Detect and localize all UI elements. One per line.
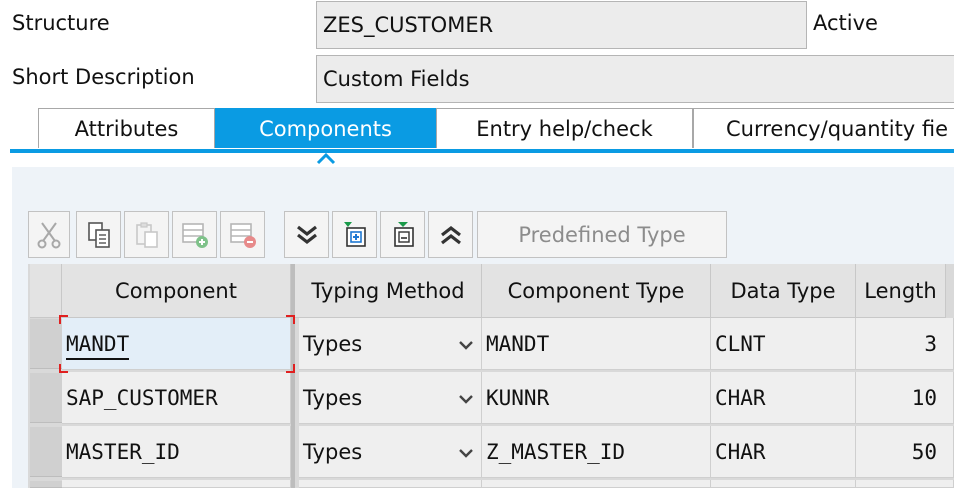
insert-row-icon: [181, 222, 208, 248]
table-row-component-type-cell[interactable]: KUNNR: [482, 372, 711, 424]
select-all-header[interactable]: [30, 264, 62, 318]
table-row-length-cell: [856, 480, 954, 488]
typing-method-value: Types: [303, 332, 363, 356]
item-detail-button[interactable]: [380, 211, 425, 258]
focus-corner-marker: [59, 364, 68, 373]
tab-currency-quantity-fields[interactable]: Currency/quantity fie: [693, 108, 954, 148]
table-row-length-cell: 3: [856, 318, 954, 370]
column-header-data-type[interactable]: Data Type: [711, 264, 856, 318]
tab-entry-help-check[interactable]: Entry help/check: [436, 108, 693, 148]
table-row-length-cell: 50: [856, 426, 954, 478]
table-row-length-cell: 10: [856, 372, 954, 424]
tab-attributes[interactable]: Attributes: [38, 108, 215, 148]
table-row-typing-method-cell[interactable]: [299, 480, 482, 488]
row-selector[interactable]: [30, 427, 62, 477]
row-selector[interactable]: [30, 373, 62, 423]
column-header-component-type[interactable]: Component Type: [482, 264, 711, 318]
focus-corner-marker: [59, 315, 68, 324]
table-row-component-type-cell[interactable]: [482, 480, 711, 488]
focus-corner-marker: [286, 364, 295, 373]
expand-icon: [296, 225, 317, 244]
component-value: MANDT: [66, 332, 130, 360]
column-header-typing-method[interactable]: Typing Method: [295, 264, 482, 318]
collapse-icon: [440, 225, 461, 244]
tab-strip: Attributes Components Entry help/check C…: [38, 108, 954, 148]
item-detail-icon: [393, 221, 414, 247]
new-item-button[interactable]: [332, 211, 377, 258]
table-row-data-type-cell: CHAR: [711, 372, 856, 424]
table-row-component-cell[interactable]: MASTER_ID: [62, 426, 291, 478]
table-row-component-cell[interactable]: [62, 480, 291, 488]
delete-row-icon: [229, 222, 256, 248]
delete-row-button[interactable]: [220, 211, 265, 258]
insert-row-button[interactable]: [172, 211, 217, 258]
paste-icon: [135, 221, 158, 248]
paste-button[interactable]: [124, 211, 169, 258]
active-tab-notch-icon: [316, 152, 336, 165]
table-row-component-cell[interactable]: MANDT: [62, 318, 291, 370]
chevron-down-icon[interactable]: [459, 394, 473, 404]
copy-icon: [87, 221, 110, 248]
short-description-label: Short Description: [12, 65, 195, 89]
table-row-data-type-cell: CHAR: [711, 426, 856, 478]
column-splitter[interactable]: [291, 264, 295, 488]
collapse-all-button[interactable]: [428, 211, 473, 258]
table-row-component-cell[interactable]: SAP_CUSTOMER: [62, 372, 291, 424]
copy-button[interactable]: [76, 211, 121, 258]
cut-button[interactable]: [28, 211, 70, 258]
column-header-component[interactable]: Component: [62, 264, 291, 318]
table-row-data-type-cell: CLNT: [711, 318, 856, 370]
structure-name-field[interactable]: ZES_CUSTOMER: [316, 1, 807, 49]
cut-icon: [37, 221, 61, 248]
short-description-field[interactable]: Custom Fields: [316, 55, 954, 103]
chevron-down-icon[interactable]: [459, 340, 473, 350]
expand-all-button[interactable]: [284, 211, 329, 258]
structure-label: Structure: [12, 11, 110, 35]
row-selector[interactable]: [30, 481, 62, 488]
table-row-typing-method-cell[interactable]: Types: [299, 426, 482, 478]
chevron-down-icon[interactable]: [459, 448, 473, 458]
table-row-typing-method-cell[interactable]: Types: [299, 318, 482, 370]
row-selector[interactable]: [30, 319, 62, 369]
column-header-length[interactable]: Length: [856, 264, 946, 318]
table-row-component-type-cell[interactable]: Z_MASTER_ID: [482, 426, 711, 478]
typing-method-value: Types: [303, 386, 363, 410]
predefined-type-button[interactable]: Predefined Type: [477, 211, 727, 258]
table-row-typing-method-cell[interactable]: Types: [299, 372, 482, 424]
tab-components[interactable]: Components: [215, 108, 436, 148]
focus-corner-marker: [286, 315, 295, 324]
status-text: Active: [813, 11, 878, 35]
new-item-icon: [343, 221, 366, 247]
typing-method-value: Types: [303, 440, 363, 464]
tab-underline: [10, 149, 954, 153]
table-row-component-type-cell[interactable]: MANDT: [482, 318, 711, 370]
table-row-data-type-cell: [711, 480, 856, 488]
